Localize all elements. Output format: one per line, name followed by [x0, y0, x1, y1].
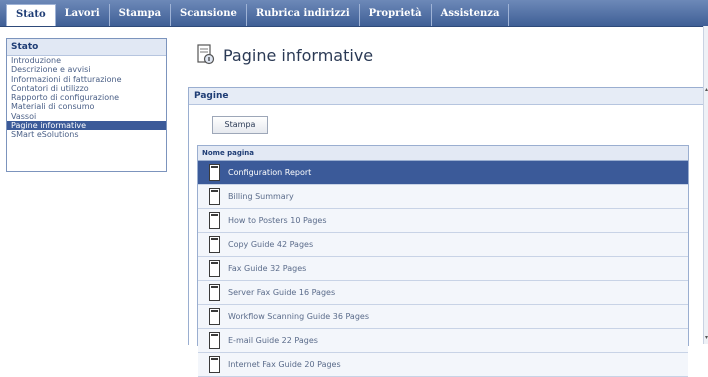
top-navigation-bar: Stato Lavori Stampa Scansione Rubrica in…: [0, 0, 708, 27]
page-name: Billing Summary: [228, 192, 294, 201]
tab-scansione[interactable]: Scansione: [171, 4, 247, 26]
nav-item-materiali-consumo[interactable]: Materiali di consumo: [7, 102, 166, 111]
nav-item-rapporto-configurazione[interactable]: Rapporto di configurazione: [7, 93, 166, 102]
list-item[interactable]: E-mail Guide 22 Pages: [198, 329, 688, 353]
list-item[interactable]: Workflow Scanning Guide 36 Pages: [198, 305, 688, 329]
page-name: Configuration Report: [228, 168, 312, 177]
pagine-panel: Pagine Stampa Nome pagina Configuration …: [188, 87, 708, 377]
page-name: How to Posters 10 Pages: [228, 216, 327, 225]
list-item[interactable]: Configuration Report: [198, 161, 688, 185]
document-icon: [209, 332, 220, 349]
document-icon: [209, 188, 220, 205]
page-name: Fax Guide 32 Pages: [228, 264, 307, 273]
nav-item-informazioni-fatturazione[interactable]: Informazioni di fatturazione: [7, 75, 166, 84]
scroll-up-arrow-icon[interactable]: ▴: [704, 86, 708, 94]
document-icon: [209, 284, 220, 301]
page-name: Server Fax Guide 16 Pages: [228, 288, 336, 297]
scroll-down-arrow-icon[interactable]: ▾: [704, 334, 708, 342]
document-icon: [209, 164, 220, 181]
document-icon: [209, 356, 220, 373]
document-icon: [209, 308, 220, 325]
tab-assistenza[interactable]: Assistenza: [432, 4, 510, 26]
page-title: Pagine informative: [223, 46, 374, 65]
document-icon: [209, 212, 220, 229]
list-item[interactable]: Copy Guide 42 Pages: [198, 233, 688, 257]
nav-item-contatori-utilizzo[interactable]: Contatori di utilizzo: [7, 84, 166, 93]
tab-rubrica-indirizzi[interactable]: Rubrica indirizzi: [247, 4, 360, 26]
nav-item-smart-esolutions[interactable]: SMart eSolutions: [7, 130, 166, 139]
nav-title: Stato: [7, 39, 166, 56]
list-item[interactable]: How to Posters 10 Pages: [198, 209, 688, 233]
nav-item-pagine-informative[interactable]: Pagine informative: [7, 121, 166, 131]
page-name: Workflow Scanning Guide 36 Pages: [228, 312, 370, 321]
tab-proprieta[interactable]: Proprietà: [360, 4, 432, 26]
list-item[interactable]: Fax Guide 32 Pages: [198, 257, 688, 281]
tab-stato[interactable]: Stato: [6, 4, 56, 26]
tab-list: Stato Lavori Stampa Scansione Rubrica in…: [6, 4, 510, 26]
panel-title: Pagine: [189, 88, 708, 105]
list-item[interactable]: Server Fax Guide 16 Pages: [198, 281, 688, 305]
page-name: Copy Guide 42 Pages: [228, 240, 314, 249]
document-icon: [209, 260, 220, 277]
list-item[interactable]: Internet Fax Guide 20 Pages: [198, 353, 688, 377]
page-name: E-mail Guide 22 Pages: [228, 336, 318, 345]
left-navigation: Stato Introduzione Descrizione e avvisi …: [6, 38, 167, 172]
tab-stampa[interactable]: Stampa: [110, 4, 172, 26]
list-item[interactable]: Billing Summary: [198, 185, 688, 209]
tab-lavori[interactable]: Lavori: [56, 4, 110, 26]
page-document-icon: [197, 44, 215, 65]
nav-item-introduzione[interactable]: Introduzione: [7, 56, 166, 65]
pages-list: Nome pagina Configuration Report Billing…: [197, 145, 689, 377]
page-name: Internet Fax Guide 20 Pages: [228, 360, 341, 369]
document-icon: [209, 236, 220, 253]
print-button[interactable]: Stampa: [212, 116, 268, 134]
nav-item-vassoi[interactable]: Vassoi: [7, 112, 166, 121]
column-header-nome-pagina: Nome pagina: [198, 146, 688, 161]
vertical-scrollbar[interactable]: ▴ ▾: [703, 26, 708, 344]
nav-item-descrizione-avvisi[interactable]: Descrizione e avvisi: [7, 65, 166, 74]
